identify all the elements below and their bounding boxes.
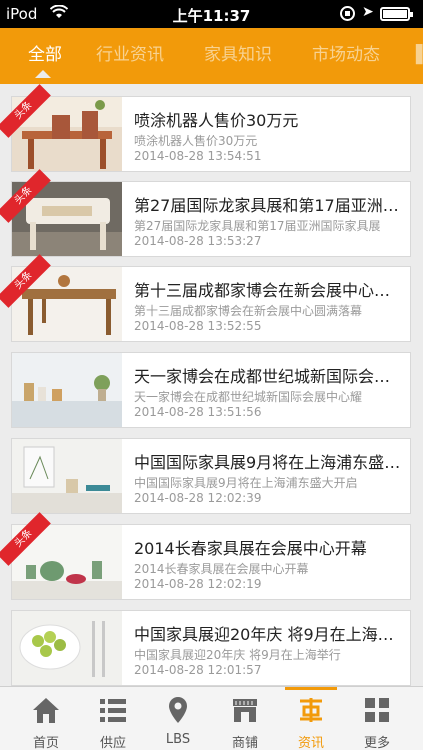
nav-supply[interactable]: 供应	[80, 687, 146, 750]
news-item[interactable]: 头条 2014长春家具展在会展中心开幕 2014长春家具展在会展中心开幕 201…	[0, 512, 411, 600]
grid-icon	[365, 698, 389, 722]
news-list: 头条 喷涂机器人售价30万元 喷涂机器人售价30万元 2014-08-28 13…	[0, 84, 423, 686]
nav-shop[interactable]: 商铺	[212, 687, 278, 750]
news-date: 2014-08-28 13:54:51	[134, 149, 262, 163]
news-date: 2014-08-28 12:02:39	[134, 491, 262, 505]
news-title: 中国家具展迎20年庆 将9月在上海举行	[134, 625, 402, 644]
nav-news[interactable]: 资讯	[278, 687, 344, 750]
news-date: 2014-08-28 13:52:55	[134, 319, 262, 333]
news-summary: 中国家具展迎20年庆 将9月在上海举行	[134, 648, 341, 662]
nav-label: 首页	[32, 736, 59, 750]
battery-icon	[380, 7, 413, 21]
news-summary: 2014长春家具展在会展中心开幕	[134, 562, 309, 576]
news-thumbnail	[12, 611, 122, 685]
news-title: 第十三届成都家博会在新会展中心圆满落幕	[134, 281, 402, 300]
list-icon	[100, 699, 126, 722]
nav-home[interactable]: 首页	[13, 687, 79, 750]
rotation-lock-icon	[340, 6, 355, 21]
nav-more[interactable]: 更多	[344, 687, 410, 750]
news-title: 天一家博会在成都世纪城新国际会展中心耀	[134, 367, 402, 386]
home-icon	[33, 698, 59, 723]
news-date: 2014-08-28 13:51:56	[134, 405, 262, 419]
news-title: 中国国际家具展9月将在上海浦东盛大开启	[134, 453, 402, 472]
active-tab-indicator	[35, 70, 51, 78]
shop-icon	[233, 699, 257, 722]
news-date: 2014-08-28 13:53:27	[134, 234, 262, 248]
news-icon	[300, 698, 322, 722]
news-summary: 第27届国际龙家具展和第17届亚洲国际家具展	[134, 219, 381, 233]
location-arrow-icon: ➤	[362, 4, 374, 20]
news-summary: 天一家博会在成都世纪城新国际会展中心耀	[134, 390, 363, 404]
tab-more-overflow[interactable]: ▌	[416, 28, 423, 84]
news-summary: 第十三届成都家博会在新会展中心圆满落幕	[134, 304, 363, 318]
news-title: 喷涂机器人售价30万元	[134, 111, 299, 130]
tab-industry-news[interactable]: 行业资讯	[96, 28, 164, 84]
nav-label: 商铺	[231, 736, 258, 750]
news-summary: 中国国际家具展9月将在上海浦东盛大开启	[134, 476, 358, 490]
location-pin-icon	[169, 697, 187, 723]
nav-label: 更多	[363, 736, 390, 750]
news-date: 2014-08-28 12:02:19	[134, 577, 262, 591]
news-thumbnail	[12, 439, 122, 513]
nav-label: 供应	[99, 736, 126, 750]
status-bar: iPod 上午11:37 ➤	[0, 0, 423, 28]
news-item[interactable]: 头条 第十三届成都家博会在新会展中心圆满落幕 第十三届成都家博会在新会展中心圆满…	[0, 254, 411, 342]
nav-label: LBS	[165, 732, 191, 747]
news-summary: 喷涂机器人售价30万元	[134, 134, 258, 148]
news-item[interactable]: 头条 喷涂机器人售价30万元 喷涂机器人售价30万元 2014-08-28 13…	[0, 84, 411, 172]
category-tab-bar: 全部 行业资讯 家具知识 市场动态 ▌	[0, 28, 423, 84]
nav-label: 资讯	[297, 736, 324, 750]
tab-furniture-knowledge[interactable]: 家具知识	[204, 28, 272, 84]
news-item[interactable]: 中国国际家具展9月将在上海浦东盛大开启 中国国际家具展9月将在上海浦东盛大开启 …	[11, 438, 411, 514]
news-title: 2014长春家具展在会展中心开幕	[134, 539, 367, 558]
news-title: 第27届国际龙家具展和第17届亚洲国际家具展	[134, 196, 402, 215]
news-thumbnail	[12, 353, 122, 427]
news-item[interactable]: 头条 第27届国际龙家具展和第17届亚洲国际家具展 第27届国际龙家具展和第17…	[0, 169, 411, 257]
news-item[interactable]: 天一家博会在成都世纪城新国际会展中心耀 天一家博会在成都世纪城新国际会展中心耀 …	[11, 352, 411, 428]
bottom-nav-bar: 首页 供应 LBS 商铺 资讯 更多	[0, 686, 423, 750]
tab-market-trends[interactable]: 市场动态	[312, 28, 380, 84]
news-date: 2014-08-28 12:01:57	[134, 663, 262, 677]
nav-lbs[interactable]: LBS	[145, 687, 211, 750]
clock: 上午11:37	[172, 7, 251, 25]
news-item[interactable]: 中国家具展迎20年庆 将9月在上海举行 中国家具展迎20年庆 将9月在上海举行 …	[11, 610, 411, 686]
